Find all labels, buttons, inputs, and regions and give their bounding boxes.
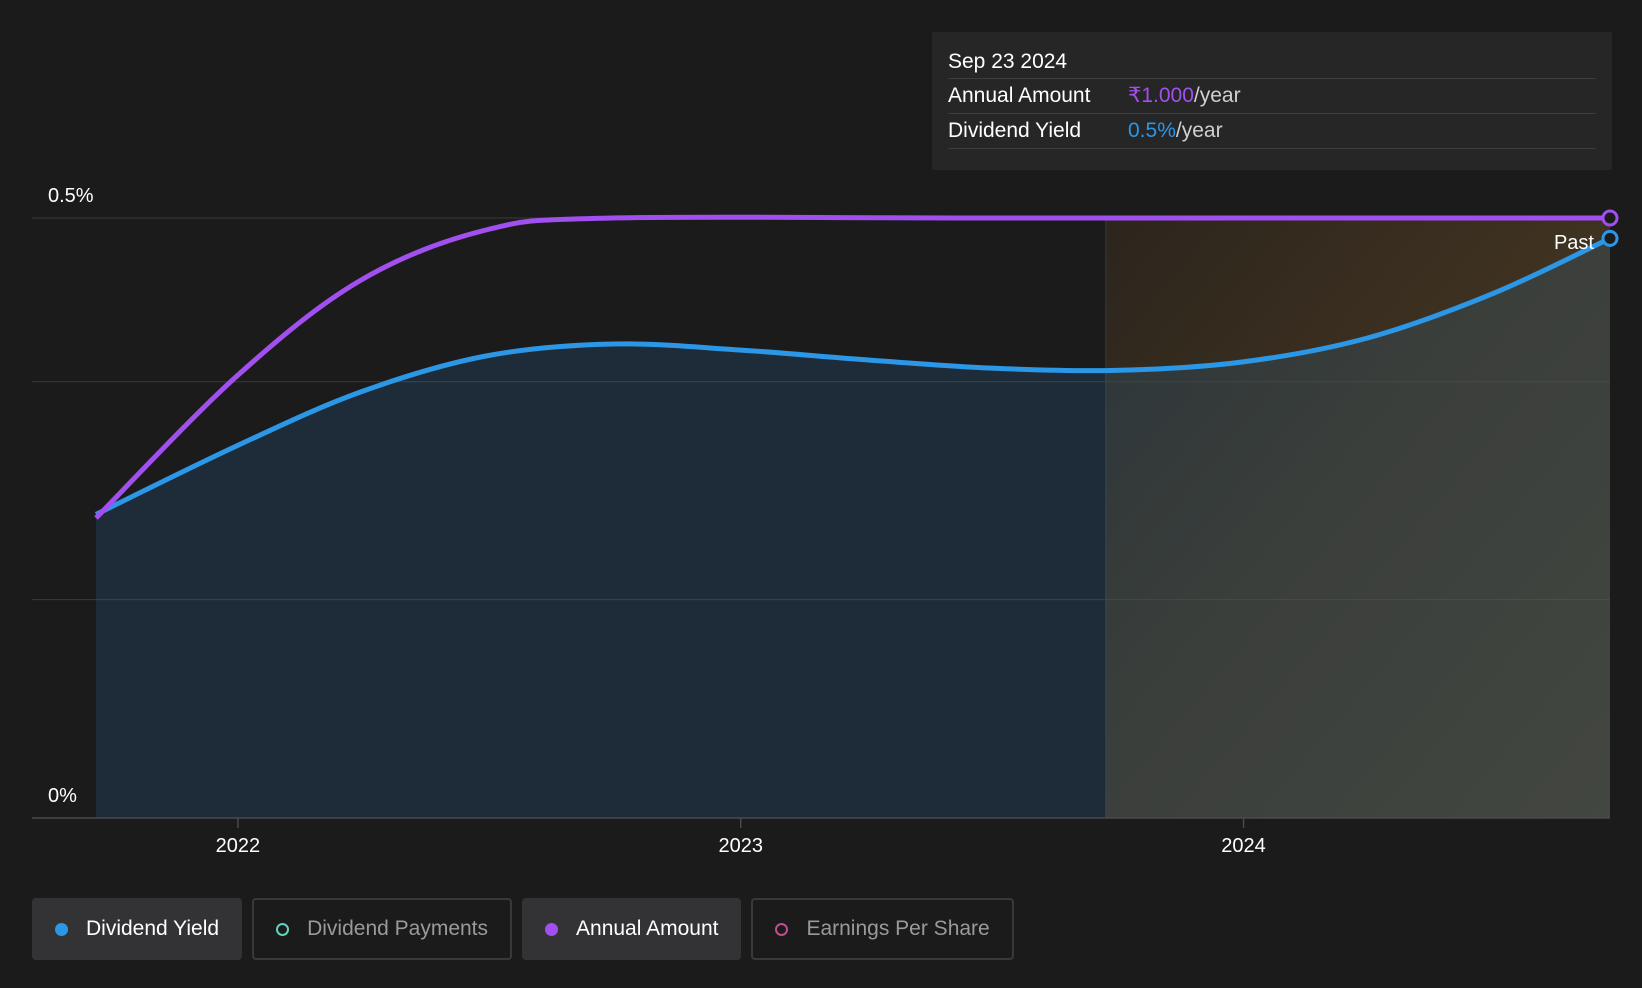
- x-tick-label: 2023: [718, 835, 763, 857]
- tooltip: Sep 23 2024 Annual Amount ₹1.000 /year D…: [932, 32, 1612, 170]
- tooltip-row-dividend-yield: Dividend Yield 0.5% /year: [948, 114, 1596, 149]
- y-axis-ticks: 0.5% 0%: [48, 185, 94, 807]
- legend-item-dividend-payments[interactable]: Dividend Payments: [252, 898, 513, 960]
- tooltip-date: Sep 23 2024: [948, 46, 1596, 79]
- legend: Dividend Yield Dividend Payments Annual …: [32, 898, 1014, 960]
- legend-label: Earnings Per Share: [806, 917, 990, 940]
- legend-label: Dividend Yield: [86, 917, 220, 940]
- x-axis-ticks: 2022 2023 2024: [216, 818, 1266, 857]
- dividend-payments-ring-icon: [276, 922, 290, 936]
- annual-amount-dot-icon: [545, 922, 559, 936]
- dividend-yield-dot-icon: [55, 922, 68, 936]
- legend-label: Dividend Payments: [307, 917, 489, 940]
- annual-amount-end-point: [1601, 209, 1619, 227]
- tooltip-label: Dividend Yield: [948, 119, 1082, 142]
- y-tick-label: 0%: [48, 785, 77, 807]
- tooltip-unit: /year: [1175, 119, 1223, 142]
- y-tick-label: 0.5%: [48, 185, 94, 207]
- tooltip-value: 0.5%: [1128, 119, 1176, 142]
- x-tick-label: 2022: [216, 835, 261, 857]
- legend-item-earnings-per-share[interactable]: Earnings Per Share: [751, 898, 1014, 960]
- tooltip-row-annual-amount: Annual Amount ₹1.000 /year: [948, 79, 1596, 114]
- tooltip-label: Annual Amount: [948, 84, 1091, 107]
- past-label: Past: [1554, 232, 1594, 254]
- earnings-per-share-ring-icon: [775, 922, 789, 936]
- legend-item-dividend-yield[interactable]: Dividend Yield: [32, 898, 243, 960]
- legend-item-annual-amount[interactable]: Annual Amount: [522, 898, 742, 960]
- x-tick-label: 2024: [1221, 835, 1266, 857]
- dividend-yield-end-point: [1601, 229, 1619, 247]
- legend-label: Annual Amount: [576, 917, 719, 940]
- tooltip-unit: /year: [1193, 84, 1241, 107]
- tooltip-value: ₹1.000: [1128, 84, 1194, 107]
